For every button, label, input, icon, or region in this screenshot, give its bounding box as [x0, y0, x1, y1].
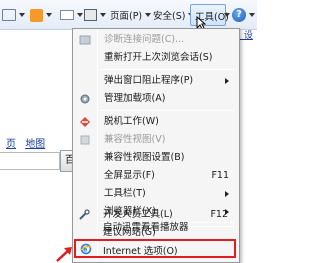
chevron-down-icon	[249, 13, 255, 17]
chevron-down-icon	[46, 13, 52, 17]
svg-text:e: e	[83, 247, 87, 254]
background-nav-links: 页 地图	[6, 135, 51, 150]
command-bar: 页面(P) 安全(S) 工具(O) ?	[0, 0, 257, 30]
print-button[interactable]	[84, 6, 106, 24]
safety-menu-button[interactable]: 安全(S)	[153, 6, 195, 24]
home-button[interactable]	[2, 6, 25, 24]
chevron-down-icon	[145, 13, 152, 17]
background-link-map[interactable]: 地图	[25, 139, 45, 150]
help-button[interactable]: ?	[232, 6, 255, 24]
menu-item-thunder-player[interactable]: 启动迅雷看看播放器	[74, 218, 236, 233]
help-icon: ?	[232, 8, 246, 22]
page-menu-label: 页面(P)	[110, 11, 143, 22]
mail-icon	[60, 10, 74, 20]
printer-icon	[84, 9, 97, 21]
internet-options-icon: e	[80, 243, 92, 255]
feeds-button[interactable]	[30, 6, 52, 24]
safety-menu-label: 安全(S)	[153, 11, 186, 22]
home-icon	[2, 9, 16, 21]
menu-item-label: Internet 选项(O)	[103, 246, 178, 257]
chevron-down-icon	[100, 13, 106, 17]
page-menu-button[interactable]: 页面(P)	[110, 6, 152, 24]
chevron-down-icon	[224, 13, 230, 17]
background-link-page[interactable]: 页	[6, 139, 16, 150]
chevron-down-icon	[77, 13, 83, 17]
menu-item-internet-options[interactable]: e Internet 选项(O)	[74, 239, 236, 258]
rss-icon	[30, 8, 43, 22]
background-search-input[interactable]	[0, 152, 60, 170]
menu-item-label: 启动迅雷看看播放器	[103, 222, 189, 233]
chevron-down-icon	[19, 13, 25, 17]
mail-button[interactable]	[60, 6, 83, 24]
